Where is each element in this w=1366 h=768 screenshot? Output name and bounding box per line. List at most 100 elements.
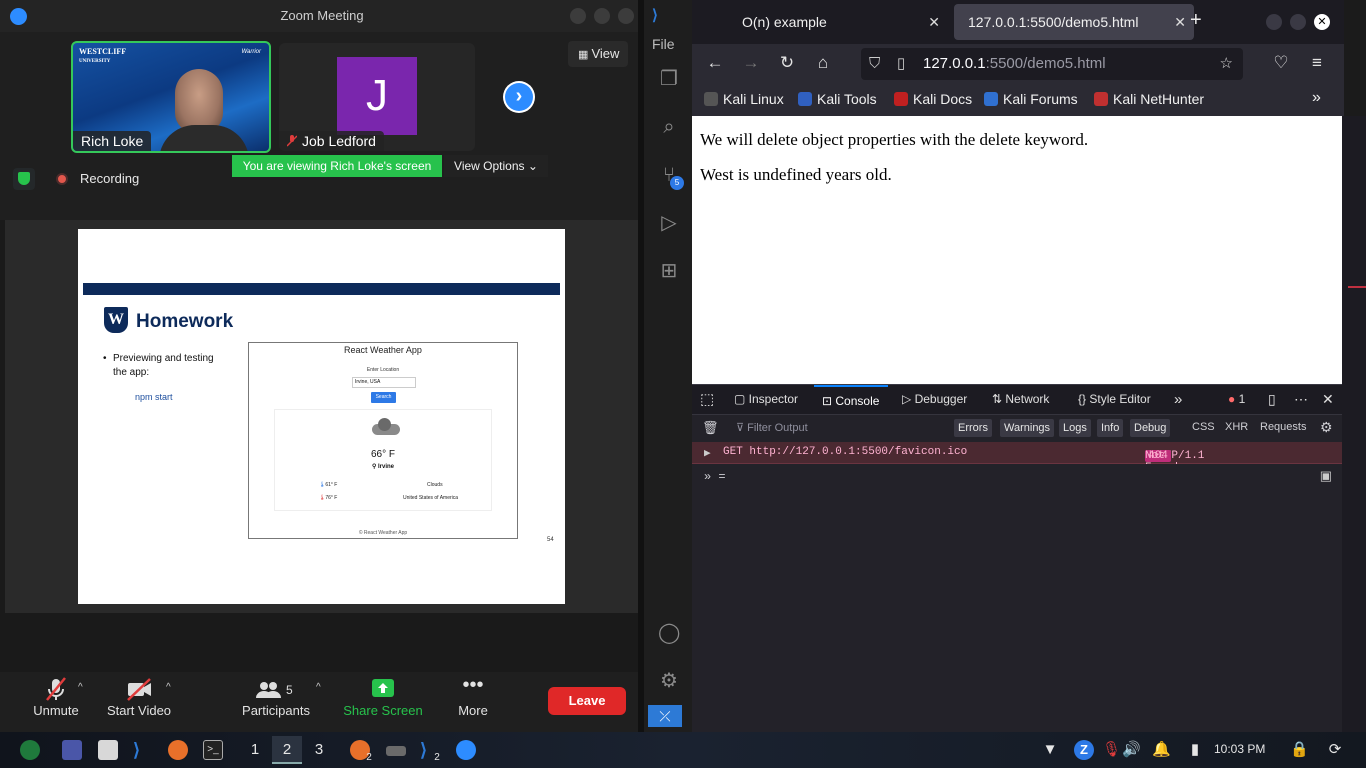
battery-icon[interactable]: ▮ xyxy=(1186,740,1204,760)
close-devtools-icon[interactable]: ✕ xyxy=(1322,385,1334,414)
tab-demo5[interactable]: 127.0.0.1:5500/demo5.html ✕ xyxy=(954,4,1194,40)
console-prompt[interactable]: » = xyxy=(704,470,726,484)
view-button[interactable]: ▦ View xyxy=(568,41,628,67)
explorer-icon[interactable]: ❐ xyxy=(658,68,680,90)
mic-icon[interactable]: 🎙 xyxy=(1102,740,1121,760)
error-count[interactable]: ● 1 xyxy=(1228,385,1245,414)
more-bookmarks-icon[interactable]: » xyxy=(1312,89,1321,107)
workspace-3[interactable]: 3 xyxy=(304,736,334,764)
tab-network[interactable]: ⇅ Network xyxy=(992,385,1049,414)
filter-warnings[interactable]: Warnings xyxy=(1000,419,1055,437)
clear-console-icon[interactable]: 🗑 xyxy=(702,420,719,436)
tab-inspector[interactable]: ▢ Inspector xyxy=(734,385,798,414)
window-switcher-icon[interactable] xyxy=(386,746,406,756)
bookmark-kali-forums[interactable]: Kali Forums xyxy=(984,91,1078,107)
terminal-icon[interactable]: >_ xyxy=(203,740,223,760)
video-tile-job-ledford[interactable]: J Job Ledford xyxy=(279,43,475,151)
element-picker-icon[interactable]: ⬚ xyxy=(700,385,714,414)
more-options-icon[interactable]: ⋯ xyxy=(1294,385,1308,414)
shield-icon[interactable]: ⛉ xyxy=(869,48,880,80)
workspace-2[interactable]: 2 xyxy=(272,736,302,764)
start-video-button[interactable]: Start Video xyxy=(103,675,175,718)
bookmark-kali-nethunter[interactable]: Kali NetHunter xyxy=(1094,91,1204,107)
audio-options-caret[interactable]: ^ xyxy=(78,682,83,693)
editor-mode-icon[interactable]: ▣ xyxy=(1320,468,1332,484)
share-screen-button[interactable]: Share Screen xyxy=(343,675,423,718)
maximize-button[interactable] xyxy=(594,8,610,24)
filter-info[interactable]: Info xyxy=(1097,419,1124,437)
bookmark-kali-linux[interactable]: Kali Linux xyxy=(704,91,784,107)
console-filter-bar: 🗑 ⊽ Filter Output Errors Warnings Logs I… xyxy=(692,414,1342,442)
logout-icon[interactable]: ⟳ xyxy=(1326,740,1344,760)
unmute-button[interactable]: Unmute xyxy=(28,675,84,718)
video-tile-rich-loke[interactable]: WESTCLIFF UNIVERSITY Warrior Rich Loke xyxy=(71,41,271,153)
filter-output-input[interactable]: ⊽ Filter Output xyxy=(736,421,808,434)
scrollbar[interactable] xyxy=(1344,116,1366,732)
volume-icon[interactable]: 🔊 xyxy=(1122,740,1141,760)
next-page-button[interactable]: › xyxy=(503,81,535,113)
ff-maximize-button[interactable] xyxy=(1290,14,1306,30)
back-icon[interactable]: ← xyxy=(704,53,726,73)
pocket-icon[interactable]: ♡ xyxy=(1270,53,1292,73)
bookmark-kali-tools[interactable]: Kali Tools xyxy=(798,91,877,107)
bookmark-star-icon[interactable]: ☆ xyxy=(1220,48,1233,80)
video-options-caret[interactable]: ^ xyxy=(166,682,171,693)
forward-icon[interactable]: → xyxy=(740,53,762,73)
filter-debug[interactable]: Debug xyxy=(1130,419,1171,437)
file-manager-icon[interactable] xyxy=(98,740,118,760)
reload-icon[interactable]: ↻ xyxy=(776,53,798,73)
expand-triangle-icon[interactable]: ▶ xyxy=(704,446,711,460)
filter-xhr[interactable]: XHR xyxy=(1225,421,1248,433)
bookmark-kali-docs[interactable]: Kali Docs xyxy=(894,91,972,107)
console-input-area[interactable]: » = ▣ xyxy=(692,464,1342,732)
firefox-window: O(n) example ✕ 127.0.0.1:5500/demo5.html ✕… xyxy=(692,0,1344,732)
tab-console[interactable]: ⊡ Console xyxy=(814,385,888,414)
security-shield-icon[interactable] xyxy=(13,168,35,190)
tab-on-example[interactable]: O(n) example ✕ xyxy=(728,4,948,40)
remote-indicator-icon[interactable]: ⤫ xyxy=(648,705,682,727)
ff-minimize-button[interactable] xyxy=(1266,14,1282,30)
tab-debugger[interactable]: ▷ Debugger xyxy=(902,385,967,414)
filter-requests[interactable]: Requests xyxy=(1260,421,1306,433)
close-button[interactable] xyxy=(618,8,634,24)
participants-options-caret[interactable]: ^ xyxy=(316,682,321,693)
more-tools-icon[interactable]: » xyxy=(1174,385,1182,414)
meeting-controls: Unmute ^ Start Video ^ 5 Participants ^ … xyxy=(0,672,644,732)
lock-icon[interactable]: 🔒 xyxy=(1290,740,1309,760)
responsive-mode-icon[interactable]: ▯ xyxy=(1268,385,1276,414)
home-icon[interactable]: ⌂ xyxy=(812,53,834,73)
file-menu[interactable]: File xyxy=(652,36,675,52)
notification-bell-icon[interactable]: 🔔 xyxy=(1152,740,1171,760)
console-settings-gear-icon[interactable]: ⚙ xyxy=(1320,419,1333,436)
workspace-1[interactable]: 1 xyxy=(240,736,270,764)
participants-button[interactable]: 5 Participants xyxy=(240,675,312,718)
clock[interactable]: 10:03 PM xyxy=(1214,742,1265,756)
run-debug-icon[interactable]: ▷ xyxy=(658,212,680,234)
more-button[interactable]: ••• More xyxy=(452,675,494,718)
new-tab-icon[interactable]: + xyxy=(1190,9,1202,32)
zoom-taskbar-icon[interactable] xyxy=(456,740,476,760)
desktop-icon[interactable] xyxy=(62,740,82,760)
extensions-icon[interactable]: ⊞ xyxy=(658,260,680,282)
filter-logs[interactable]: Logs xyxy=(1059,419,1091,437)
close-tab-icon[interactable]: ✕ xyxy=(928,4,940,40)
search-icon[interactable]: ⌕ xyxy=(658,116,680,138)
menu-icon[interactable]: ≡ xyxy=(1306,53,1328,73)
url-bar[interactable]: ⛉ ▯ 127.0.0.1:5500/demo5.html ☆ xyxy=(861,48,1243,80)
vscode-taskbar-icon[interactable]: ⟩ xyxy=(133,740,153,760)
close-tab-icon[interactable]: ✕ xyxy=(1174,4,1186,40)
view-options-button[interactable]: View Options ⌄ xyxy=(444,155,548,177)
leave-button[interactable]: Leave xyxy=(548,687,626,715)
console-error-message[interactable]: ▶ GET http://127.0.0.1:5500/favicon.ico … xyxy=(692,442,1342,486)
kali-menu-icon[interactable] xyxy=(20,740,40,760)
filter-errors[interactable]: Errors xyxy=(954,419,992,437)
account-icon[interactable]: ◯ xyxy=(658,622,680,644)
ff-close-button[interactable]: ✕ xyxy=(1314,14,1330,30)
gear-icon[interactable]: ⚙ xyxy=(658,670,680,692)
zoom-tray-icon[interactable]: Z xyxy=(1074,740,1094,760)
firefox-taskbar-icon[interactable] xyxy=(168,740,188,760)
tab-style-editor[interactable]: {} Style Editor xyxy=(1078,385,1151,414)
filter-css[interactable]: CSS xyxy=(1192,421,1215,433)
wifi-icon[interactable]: ▼ xyxy=(1040,740,1060,760)
minimize-button[interactable] xyxy=(570,8,586,24)
